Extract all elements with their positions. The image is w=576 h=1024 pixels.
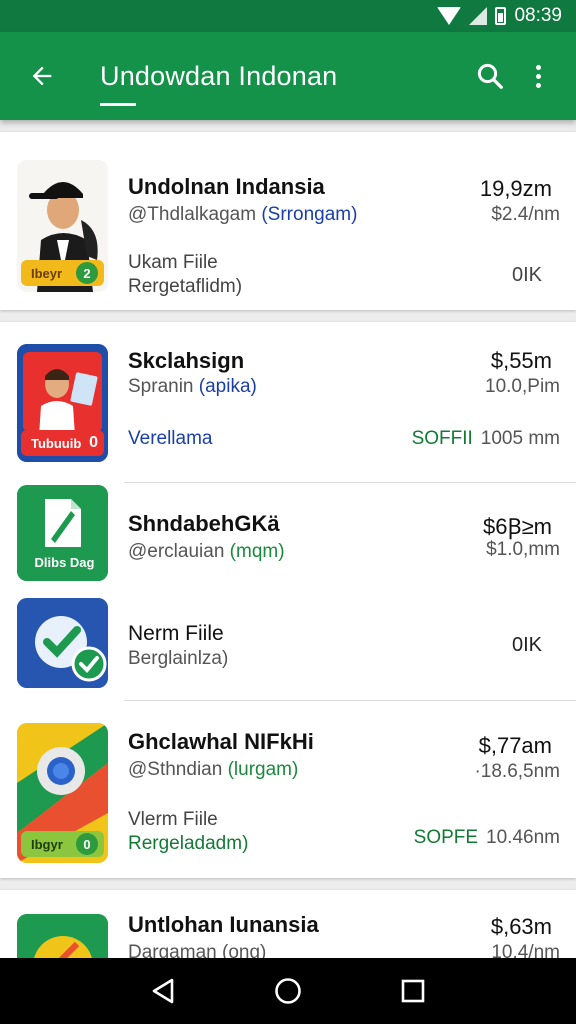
item-title: Skclahsign [128,348,245,373]
item-subtitle: Berglainlza) [128,648,228,670]
item-subtitle: @Thdlalkagam (Srrongam) [128,204,357,226]
title-underline [100,102,136,106]
nav-recents-button[interactable] [393,971,433,1011]
page-title: Undowdan Indonan [100,60,338,91]
item-title: Ghclawhal NIFkHi [128,729,314,754]
item-title: Untlohan Iunansia [128,912,319,937]
item-title: Undolnan Indansia [128,174,325,199]
system-nav-bar [0,958,576,1024]
item-size: 0IK [511,264,542,286]
nav-back-button[interactable] [143,971,183,1011]
battery-icon [495,7,507,25]
badge-count: 2 [76,262,98,284]
item-title: Nerm Fiile [128,622,224,645]
item-link[interactable]: Verellama [128,428,213,450]
item-subtitle: @Sthndian (lurgam) [128,759,298,781]
badge-label: Ibgyr [31,836,63,852]
signal-icon [469,7,488,25]
badge-label: Tubuuib [31,435,82,451]
more-vert-icon [535,64,541,70]
list-item[interactable]: Nerm Fiile Berglainlza) 0IK [0,596,576,700]
status-bar: 08:39 [0,0,576,32]
more-vert-dot [535,73,541,79]
status-time: 08:39 [514,5,562,26]
subtitle-text: @Sthndian [128,759,228,780]
list-item[interactable]: Dlibs Dag ShndabehGKä @erclauian (mqm) $… [0,483,576,595]
search-icon [477,63,503,89]
item-rate: 10.0,Pim [485,376,560,397]
item-file-detail: Rergeladadm) [128,833,249,854]
list-item[interactable]: Tubuuib 0 Skclahsign Spranin (apika) Ver… [0,322,576,482]
app-thumbnail [17,598,108,688]
item-rate: $2.4/nm [491,204,560,225]
app-thumbnail: Ibeyr 2 [17,160,108,292]
app-bar-title-wrap: Undowdan Indonan [100,60,462,106]
item-subtitle: Dargaman (ong) [128,942,266,958]
item-subtitle: Spranin (apika) [128,376,257,398]
badge-label: Ibeyr [31,265,63,281]
list-item[interactable]: Ibeyr 2 Undolnan Indansia @Thdlalkagam (… [0,132,576,310]
list-card: Untlohan Iunansia Dargaman (ong) $,63m 1… [0,890,576,958]
item-status: SOFFII 1005 mm [412,428,560,450]
subtitle-text: Spranin [128,376,199,397]
item-price: $,77am [478,733,552,758]
item-price: $,55m [490,348,552,373]
badge-count: 0 [89,434,98,451]
item-size: 10.46nm [486,827,560,848]
subtitle-highlight: (apika) [198,376,257,397]
app-thumbnail: Ibgyr 0 [17,723,108,863]
thumbnail-badge: Ibgyr 0 [21,831,104,857]
subtitle-highlight: (lurgam) [227,759,299,780]
status-label: SOPFE [413,827,479,848]
nav-back-icon [152,978,173,1004]
badge-label: Dlibs Dag [34,554,95,570]
subtitle-text: Dargaman (ong) [128,942,267,958]
app-thumbnail: Tubuuib 0 [17,344,108,462]
list-card: Tubuuib 0 Skclahsign Spranin (apika) Ver… [0,322,576,878]
item-rate: $1.0,mm [486,539,560,560]
subtitle-highlight: (Srrongam) [261,204,358,225]
item-price: $6Ꞵ≥m [483,514,552,539]
nav-home-icon [275,978,301,1004]
search-button[interactable] [462,48,518,104]
item-rate: 10.4/nm [491,942,560,958]
thumbnail-badge: Tubuuib 0 [21,430,104,456]
app-bar: Undowdan Indonan [0,32,576,120]
status-label: SOFFII [411,428,473,449]
check-verified-icon [17,598,108,688]
list-card: Ibeyr 2 Undolnan Indansia @Thdlalkagam (… [0,132,576,310]
item-file-label: Vlerm Fiile [128,809,218,830]
content-list[interactable]: Ibeyr 2 Undolnan Indansia @Thdlalkagam (… [0,120,576,958]
nav-home-button[interactable] [268,971,308,1011]
item-file-label: Ukam Fiile [128,252,218,273]
more-options-button[interactable] [518,48,558,104]
item-file-detail: Rergetaflidm) [128,276,243,297]
app-thumbnail [17,914,108,958]
app-thumbnail: Dlibs Dag [17,485,108,581]
thumbnail-badge: Dlibs Dag [21,549,104,575]
badge-count: 0 [76,833,98,855]
item-price: $,63m [490,914,552,939]
item-rate: ·18.6,5nm [474,761,560,782]
nav-recents-icon [402,979,425,1003]
back-arrow-icon [32,66,52,86]
item-size: 0IK [511,634,542,656]
subtitle-highlight: (mqm) [229,541,285,562]
subtitle-text: @Thdlalkagam [128,204,262,225]
more-vert-dot [535,82,541,88]
item-title: ShndabehGKä [128,511,280,536]
item-subtitle: @erclauian (mqm) [128,541,285,563]
back-button[interactable] [14,48,70,104]
thumbnail-badge: Ibeyr 2 [21,260,104,286]
subtitle-text: @erclauian [128,541,230,562]
wifi-icon [437,7,462,25]
item-price: 19,9zm [479,176,552,201]
subtitle-text: Berglainlza) [128,648,229,669]
item-size: 1005 mm [480,428,560,449]
list-item[interactable]: Ibgyr 0 Ghclawhal NIFkHi @Sthndian (lurg… [0,701,576,878]
item-status: SOPFE 10.46nm [414,827,560,849]
app-logo-icon [17,914,108,958]
list-item[interactable]: Untlohan Iunansia Dargaman (ong) $,63m 1… [0,890,576,958]
